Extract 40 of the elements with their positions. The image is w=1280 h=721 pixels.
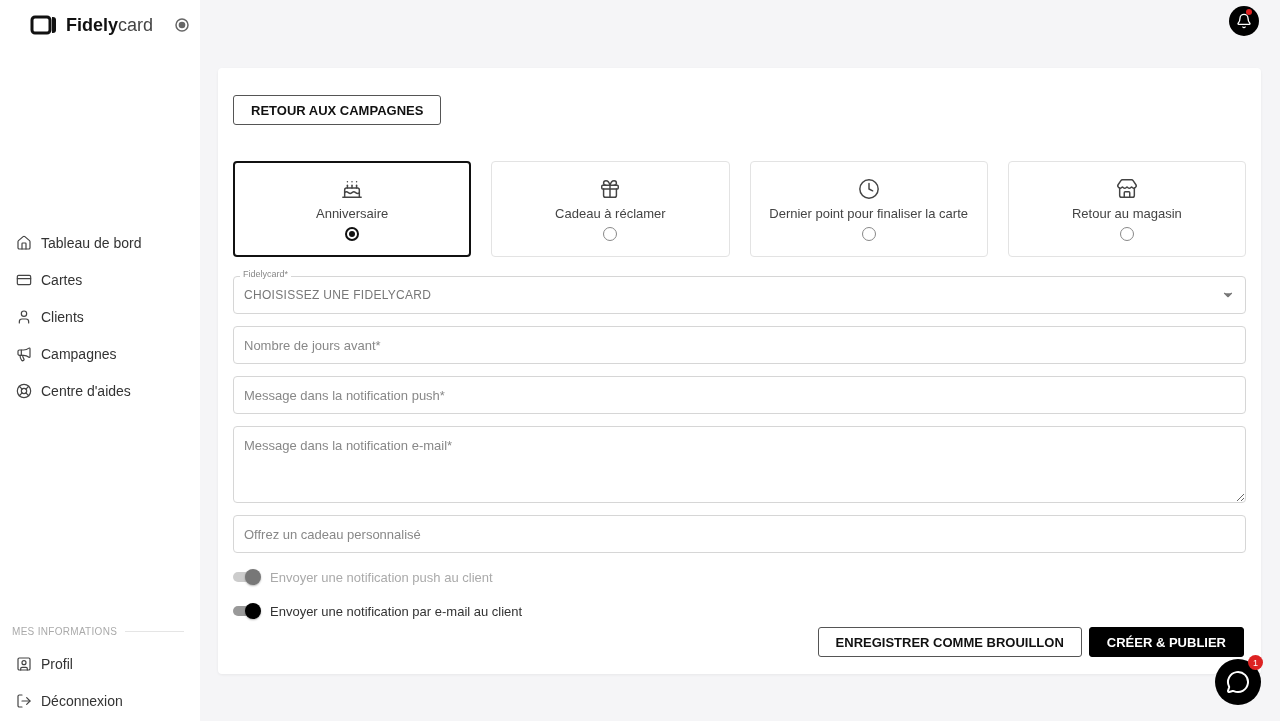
field-label: Fidelycard* (240, 269, 292, 279)
input-field[interactable]: Message dans la notification push* (233, 376, 1246, 414)
publish-button[interactable]: CRÉER & PUBLIER (1088, 627, 1244, 657)
home-icon (16, 234, 32, 251)
nav-item[interactable]: Déconnexion (16, 690, 200, 711)
toggle-label: Envoyer une notification par e-mail au client (270, 603, 523, 619)
user-icon (16, 308, 32, 325)
campaign-type-option[interactable]: Anniversaire (233, 161, 472, 257)
profile-icon (16, 655, 32, 672)
toggle-label: Envoyer une notification push au client (270, 569, 493, 585)
nav-item[interactable]: Centre d'aides (16, 380, 200, 401)
logo-icon (30, 15, 58, 35)
back-button[interactable]: RETOUR AUX CAMPAGNES (233, 95, 442, 125)
radio-icon (175, 18, 190, 32)
nav-item[interactable]: Cartes (16, 269, 200, 290)
draft-button[interactable]: ENREGISTRER COMME BROUILLON (817, 627, 1082, 657)
input-field[interactable]: Message dans la notification e-mail* (233, 426, 1246, 503)
nav-item[interactable]: Clients (16, 306, 200, 327)
campaign-type-option[interactable]: Cadeau à réclamer (491, 161, 730, 257)
lifebuoy-icon (16, 382, 32, 399)
gift-icon (599, 177, 622, 200)
nav-item[interactable]: Profil (16, 653, 200, 674)
campaign-type-option[interactable]: Retour au magasin (1007, 161, 1246, 257)
radio-button[interactable] (345, 226, 360, 241)
nav-item[interactable]: Tableau de bord (16, 232, 200, 253)
logout-icon (16, 692, 32, 709)
chat-badge: 1 (1248, 655, 1263, 670)
campaign-type-option[interactable]: Dernier point pour finaliser la carte (749, 161, 988, 257)
clock-icon (857, 177, 880, 200)
megaphone-icon (16, 345, 32, 362)
input-field[interactable]: Nombre de jours avant* (233, 326, 1246, 364)
store-icon (1115, 177, 1138, 200)
nav-item[interactable]: Campagnes (16, 343, 200, 364)
toggle-switch[interactable] (233, 601, 261, 621)
brand-name: Fidelycard (66, 14, 154, 36)
bell-icon (1236, 13, 1252, 29)
notification-button[interactable] (1229, 6, 1259, 36)
section-title: MES INFORMATIONS (12, 626, 118, 637)
input-field[interactable]: Offrez un cadeau personnalisé (233, 515, 1246, 553)
chat-icon (1226, 670, 1250, 694)
